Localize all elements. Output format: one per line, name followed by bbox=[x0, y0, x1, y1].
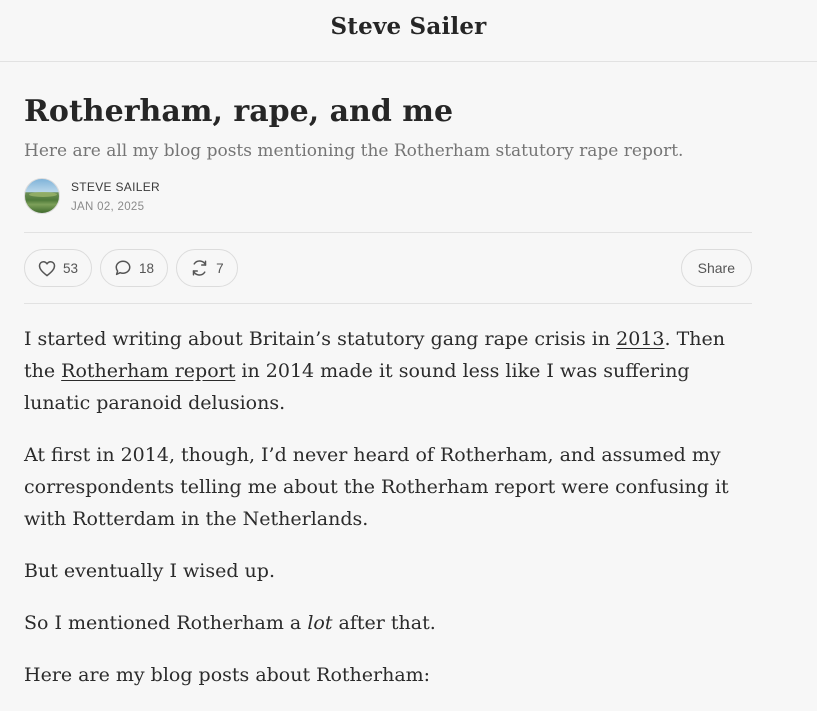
body-paragraph-4: So I mentioned Rotherham a lot after tha… bbox=[24, 607, 752, 639]
body-paragraph-1: I started writing about Britain’s statut… bbox=[24, 323, 752, 419]
p4-emphasis: lot bbox=[307, 612, 333, 634]
speech-bubble-icon bbox=[114, 259, 132, 277]
post-actions-bar: 53 18 7 Share bbox=[24, 232, 752, 304]
post-date: JAN 02, 2025 bbox=[71, 200, 145, 213]
comment-count: 18 bbox=[139, 260, 155, 276]
body-paragraph-2: At first in 2014, though, I’d never hear… bbox=[24, 444, 729, 530]
body-paragraph-3: But eventually I wised up. bbox=[24, 560, 275, 582]
link-2013[interactable]: 2013 bbox=[616, 328, 664, 350]
p1-text-a: I started writing about Britain’s statut… bbox=[24, 328, 617, 350]
p4-text-a: So I mentioned Rotherham a bbox=[24, 612, 308, 634]
restack-arrows-icon bbox=[190, 259, 209, 277]
restack-button[interactable]: 7 bbox=[176, 249, 238, 287]
author-name[interactable]: STEVE SAILER bbox=[71, 179, 160, 195]
like-count: 53 bbox=[63, 260, 79, 276]
link-rotherham-report[interactable]: Rotherham report bbox=[61, 360, 235, 382]
site-title[interactable]: Steve Sailer bbox=[330, 13, 486, 40]
p4-text-b: after that. bbox=[332, 612, 436, 634]
share-button[interactable]: Share bbox=[680, 249, 752, 287]
body-paragraph-5: Here are my blog posts about Rotherham: bbox=[24, 664, 431, 686]
byline: STEVE SAILER JAN 02, 2025 bbox=[24, 177, 752, 215]
like-button[interactable]: 53 bbox=[24, 249, 93, 287]
site-header: Steve Sailer bbox=[0, 0, 817, 62]
heart-icon bbox=[38, 260, 56, 277]
restack-count: 7 bbox=[216, 260, 224, 276]
post-title: Rotherham, rape, and me bbox=[24, 94, 454, 129]
author-avatar[interactable] bbox=[24, 178, 60, 214]
post-subtitle: Here are all my blog posts mentioning th… bbox=[24, 141, 684, 161]
post-article: Rotherham, rape, and me Here are all my … bbox=[24, 62, 752, 711]
post-body: I started writing about Britain’s statut… bbox=[24, 323, 752, 691]
comment-button[interactable]: 18 bbox=[100, 249, 169, 287]
byline-text: STEVE SAILER JAN 02, 2025 bbox=[71, 179, 160, 214]
